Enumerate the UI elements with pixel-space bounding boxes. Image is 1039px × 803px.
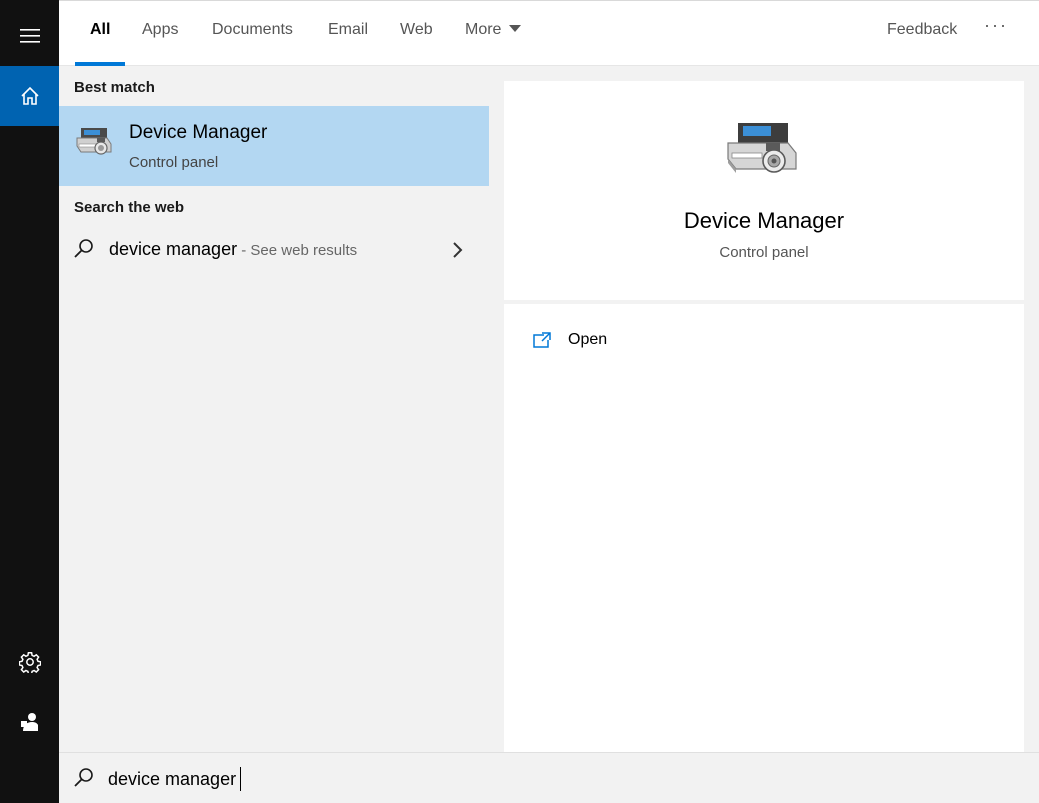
tab-more[interactable]: More (465, 21, 522, 39)
more-options-icon[interactable]: ··· (984, 15, 1008, 36)
web-search-result[interactable]: device manager - See web results (59, 228, 489, 274)
best-match-header: Best match (74, 79, 155, 96)
search-input[interactable] (108, 766, 1008, 792)
preview-pane: Device Manager Control panel Open (489, 66, 1039, 752)
web-result-text: device manager - See web results (109, 239, 357, 260)
hamburger-menu-button[interactable] (0, 7, 59, 65)
open-action-label: Open (568, 331, 608, 348)
device-manager-large-icon (724, 119, 800, 188)
preview-subtitle: Control panel (719, 244, 809, 261)
web-result-query: device manager (109, 239, 238, 259)
hamburger-menu-icon (19, 29, 40, 43)
tab-documents[interactable]: Documents (212, 21, 293, 39)
home-button[interactable] (0, 66, 59, 126)
account-button[interactable] (0, 692, 59, 751)
search-web-header: Search the web (74, 199, 185, 216)
web-result-suffix: - See web results (237, 242, 358, 259)
open-action[interactable]: Open (532, 326, 607, 354)
settings-button[interactable] (0, 632, 59, 691)
home-icon (20, 86, 39, 105)
tab-web[interactable]: Web (400, 21, 433, 39)
preview-title: Device Manager (683, 208, 845, 233)
settings-gear-icon (18, 651, 41, 673)
search-icon (73, 238, 95, 265)
preview-card: Device Manager Control panel (504, 81, 1024, 300)
preview-actions: Open (504, 304, 1024, 752)
tab-all[interactable]: All (90, 21, 110, 39)
open-external-icon (533, 332, 551, 348)
search-main: All Apps Documents Email Web More Feedba… (59, 0, 1039, 803)
text-caret (240, 767, 241, 791)
tab-apps[interactable]: Apps (142, 21, 178, 39)
tab-more-label: More (465, 21, 502, 38)
account-icon (20, 712, 38, 731)
search-icon (73, 767, 95, 794)
best-match-title: Device Manager (129, 122, 268, 143)
best-match-subtitle: Control panel (129, 154, 219, 171)
tab-email[interactable]: Email (328, 21, 368, 39)
chevron-right-icon[interactable] (452, 240, 464, 265)
results-pane: Best match Device Manager Control panel … (59, 66, 489, 752)
caret-down-icon (509, 25, 522, 32)
left-rail (0, 0, 59, 803)
tab-bar: All Apps Documents Email Web More Feedba… (59, 0, 1039, 66)
best-match-result[interactable]: Device Manager Control panel (59, 106, 489, 186)
device-manager-icon (75, 124, 113, 165)
search-box (59, 752, 1039, 803)
feedback-link[interactable]: Feedback (887, 21, 957, 39)
